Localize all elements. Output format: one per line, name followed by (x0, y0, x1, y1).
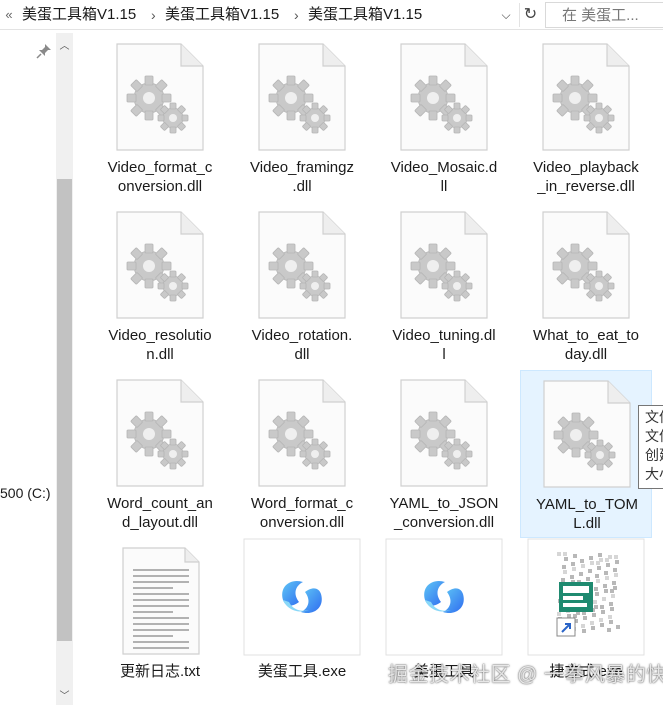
nav-scrollbar[interactable]: ︿ ﹀ (56, 33, 73, 705)
file-name: Video_rotation. dll (251, 327, 353, 363)
dll-file-icon (399, 42, 489, 152)
app-logo-icon (243, 538, 361, 656)
double-chevron-left-icon[interactable]: « (2, 6, 16, 24)
tooltip-line: 大小 (645, 466, 663, 482)
file-item[interactable]: Word_format_c onversion.dll (236, 370, 368, 538)
file-item[interactable]: Word_count_an d_layout.dll (94, 370, 226, 538)
text-file-icon (115, 546, 205, 656)
file-grid: Video_format_c onversion.dll Video_frami… (94, 34, 663, 705)
app-logo-icon (385, 538, 503, 656)
drive-c-item[interactable]: 500 (C:) (0, 485, 51, 501)
chevron-right-icon[interactable]: › (151, 5, 156, 25)
breadcrumb-3[interactable]: 美蛋工具箱V1.15 (308, 5, 422, 25)
scroll-up-icon[interactable]: ︿ (56, 37, 73, 52)
file-name: 美蛋工具.exe (257, 663, 347, 680)
file-name: Word_count_an d_layout.dll (107, 495, 213, 531)
search-input[interactable] (546, 3, 663, 27)
file-item[interactable]: Video_Mosaic.d ll (378, 34, 510, 202)
breadcrumb-2[interactable]: 美蛋工具箱V1.15 (165, 5, 279, 25)
file-name: 更新日志.txt (119, 663, 200, 680)
dll-file-icon (257, 42, 347, 152)
file-name: Video_tuning.dl l (392, 327, 496, 363)
chevron-right-icon[interactable]: › (294, 5, 299, 25)
dll-file-icon (542, 379, 632, 489)
file-item[interactable]: Video_format_c onversion.dll (94, 34, 226, 202)
file-item[interactable]: YAML_to_TOM L.dll (520, 370, 652, 538)
address-bar[interactable]: « 美蛋工具箱V1.15 › 美蛋工具箱V1.15 › 美蛋工具箱V1.15 ⌵… (0, 0, 663, 30)
navigation-pane: 500 (C:) ︿ ﹀ (0, 31, 76, 705)
breadcrumb-1[interactable]: 美蛋工具箱V1.15 (22, 5, 136, 25)
file-item[interactable]: Video_resolutio n.dll (94, 202, 226, 370)
file-name: Video_playback _in_reverse.dll (533, 159, 639, 195)
dll-file-icon (399, 378, 489, 488)
file-name: YAML_to_TOM L.dll (536, 496, 638, 532)
file-item[interactable]: Video_tuning.dl l (378, 202, 510, 370)
dll-file-icon (257, 378, 347, 488)
watermark-text: 掘金技术社区 @ 一拳风暴的快 (388, 664, 663, 686)
scroll-down-icon[interactable]: ﹀ (56, 687, 73, 702)
file-tooltip: 文件 文件 创建 大小 (638, 405, 663, 489)
file-name: Video_format_c onversion.dll (107, 159, 213, 195)
file-item[interactable]: Video_rotation. dll (236, 202, 368, 370)
chevron-down-icon[interactable]: ⌵ (496, 3, 516, 27)
file-item[interactable]: What_to_eat_to day.dll (520, 202, 652, 370)
search-box[interactable] (545, 2, 663, 28)
dll-file-icon (115, 210, 205, 320)
file-item[interactable]: Video_playback _in_reverse.dll (520, 34, 652, 202)
dll-file-icon (257, 210, 347, 320)
file-name: Word_format_c onversion.dll (250, 495, 354, 531)
file-name: Video_Mosaic.d ll (390, 159, 498, 195)
file-item[interactable]: YAML_to_JSON _conversion.dll (378, 370, 510, 538)
tooltip-line: 文件 (645, 409, 663, 425)
tooltip-line: 文件 (645, 428, 663, 444)
dll-file-icon (541, 210, 631, 320)
scroll-thumb[interactable] (57, 179, 72, 641)
file-name: Video_resolutio n.dll (108, 327, 212, 363)
file-item[interactable]: Video_framingz .dll (236, 34, 368, 202)
dll-file-icon (115, 378, 205, 488)
refresh-icon[interactable]: ↻ (519, 3, 541, 27)
dll-file-icon (115, 42, 205, 152)
file-name: YAML_to_JSON _conversion.dll (389, 495, 499, 531)
file-name: What_to_eat_to day.dll (533, 327, 639, 363)
shortcut-app-icon (527, 538, 645, 656)
file-item[interactable]: 更新日志.txt (94, 538, 226, 705)
file-name: Video_framingz .dll (250, 159, 354, 195)
dll-file-icon (541, 42, 631, 152)
dll-file-icon (399, 210, 489, 320)
pin-icon[interactable] (36, 43, 52, 59)
tooltip-line: 创建 (645, 447, 663, 463)
file-item[interactable]: 美蛋工具.exe (236, 538, 368, 705)
